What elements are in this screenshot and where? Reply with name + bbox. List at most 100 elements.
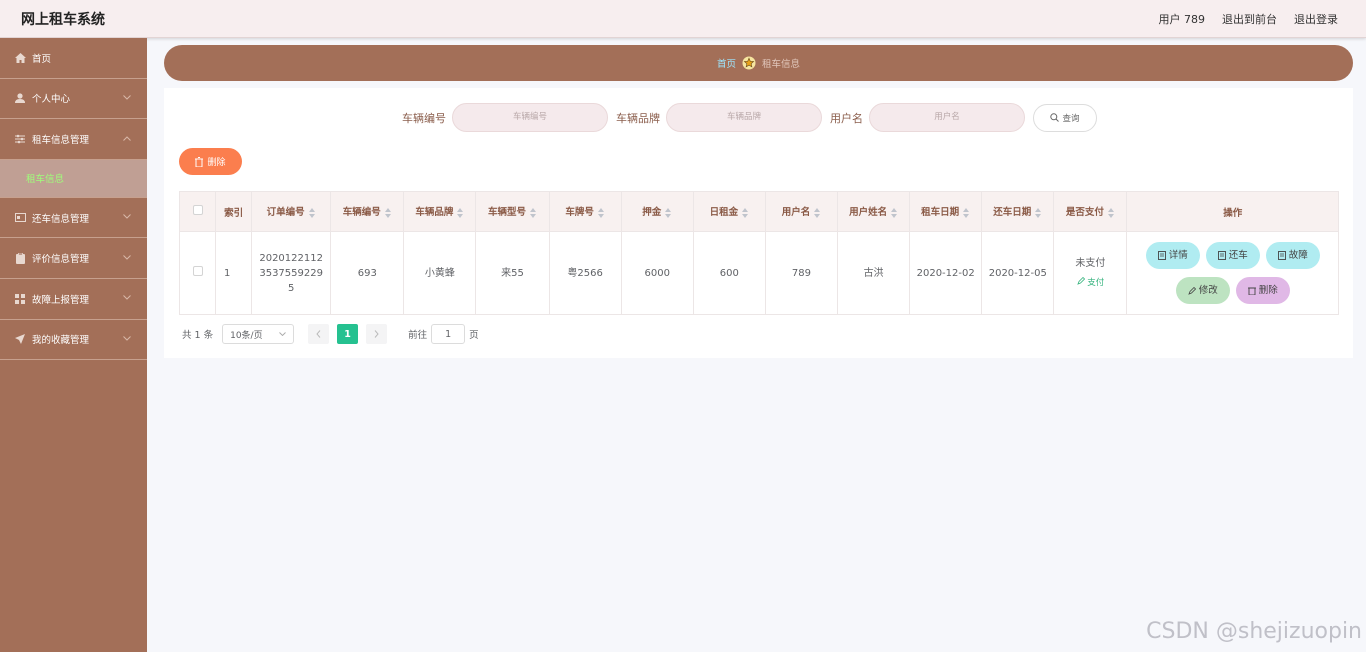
select-all-checkbox[interactable] [192,205,203,215]
return-date-cell: 2020-12-05 [981,231,1055,315]
fault-button[interactable]: 故障 [1265,242,1320,269]
sidebar-item-label: 评价信息管理 [32,254,90,266]
goto-page-input[interactable]: 1 [431,324,466,344]
order-no-line: 2020122112 [259,252,323,264]
pay-link[interactable]: 支付 [1054,276,1126,291]
query-button[interactable]: 查询 [1033,103,1097,132]
column-header[interactable]: 用户名 [764,191,839,232]
column-header[interactable]: 是否支付 [1053,191,1128,232]
trash-icon [195,156,204,167]
vehicle-no-cell: 693 [330,231,405,315]
chevron-down-icon [279,332,286,336]
vehicle-no-input[interactable]: 车辆编号 [452,103,608,132]
order-no-line: 3537559229 [259,267,323,279]
sidebar-item-rental-management[interactable]: 租车信息管理 [0,119,147,160]
page-unit: 页 [469,330,479,341]
column-header[interactable]: 车辆编号 [330,191,405,232]
sort-icon[interactable] [597,207,605,219]
rent-date-cell: 2020-12-02 [909,231,983,315]
chevron-down-icon [121,333,133,345]
sort-icon[interactable] [890,207,898,219]
model-cell: 来55 [475,231,550,315]
column-header[interactable]: 租车日期 [909,191,983,232]
sort-icon[interactable] [664,207,672,219]
chevron-right-icon [374,330,379,338]
username-cell: 789 [764,231,839,315]
chevron-down-icon [121,251,133,263]
column-header[interactable]: 用户姓名 [837,191,911,232]
breadcrumb-current: 租车信息 [762,59,801,70]
column-header[interactable]: 日租金 [692,191,766,232]
paid-status-cell: 未支付 支付 [1053,231,1128,315]
sort-icon[interactable] [962,207,970,219]
paid-status-text: 未支付 [1075,257,1106,269]
sidebar: 首页 个人中心 租车信息管理 租车信息 还车信息管理 评价信息管理 故障上报管理… [0,38,147,652]
sidebar-item-favorites-management[interactable]: 我的收藏管理 [0,320,147,361]
sidebar-item-label: 我的收藏管理 [32,335,90,347]
delete-button[interactable]: 删除 [1235,277,1290,304]
row-actions: 详情 还车 故障 修改 删除 [1127,242,1338,304]
content-panel: 车辆编号 车辆编号 车辆品牌 车辆品牌 用户名 用户名 查询 删除 索引 订单编… [164,88,1353,358]
document-icon [1277,251,1286,260]
sidebar-item-label: 租车信息管理 [32,134,90,146]
batch-delete-button[interactable]: 删除 [179,148,242,175]
sort-icon[interactable] [456,207,464,219]
top-right-links: 用户 789 退出到前台 退出登录 [1159,11,1339,27]
order-no-cell: 2020122112 3537559229 5 [251,231,332,315]
next-page-button[interactable] [366,324,388,344]
home-icon [14,52,26,64]
prev-page-button[interactable] [308,324,330,344]
edit-button[interactable]: 修改 [1175,277,1230,304]
card-icon [14,212,26,224]
current-user: 用户 789 [1158,13,1206,26]
total-count: 共 1 条 [182,330,214,341]
sort-icon[interactable] [813,207,821,219]
row-checkbox[interactable] [192,265,203,276]
sort-icon[interactable] [529,207,537,219]
send-icon [14,333,26,345]
actions-cell: 详情 还车 故障 修改 删除 [1126,231,1339,315]
column-header[interactable]: 车辆型号 [475,191,550,232]
username-input[interactable]: 用户名 [869,103,1025,132]
clipboard-icon [14,252,26,264]
sidebar-subitem-rental-info[interactable]: 租车信息 [0,159,147,198]
sidebar-item-review-management[interactable]: 评价信息管理 [0,238,147,279]
grid-icon [14,293,26,305]
column-header: 索引 [215,191,253,232]
breadcrumb-home[interactable]: 首页 [717,56,736,70]
sidebar-item-label: 个人中心 [32,94,71,106]
sort-icon[interactable] [308,207,316,219]
sidebar-item-personal-center[interactable]: 个人中心 [0,79,147,120]
return-car-button[interactable]: 还车 [1205,242,1260,269]
page-size-select[interactable]: 10条/页 [222,324,295,344]
query-label: 查询 [1062,113,1080,124]
brand-cell: 小黄蜂 [403,231,477,315]
vehicle-no-label: 车辆编号 [402,111,446,125]
deposit-cell: 6000 [620,231,694,315]
sort-icon[interactable] [1107,207,1115,219]
brand-input[interactable]: 车辆品牌 [666,103,822,132]
detail-button[interactable]: 详情 [1145,242,1200,269]
sort-icon[interactable] [741,207,749,219]
page-number-current[interactable]: 1 [337,324,359,344]
chevron-down-icon [121,292,133,304]
sort-icon[interactable] [1034,207,1042,219]
sidebar-item-home[interactable]: 首页 [0,38,147,79]
watermark: CSDN @shejizuopin [1146,619,1362,644]
column-header[interactable]: 车辆品牌 [403,191,477,232]
breadcrumb: 首页 租车信息 [164,45,1353,81]
sliders-icon [14,133,26,145]
search-icon [1050,113,1060,122]
user-icon [14,92,26,104]
sidebar-item-fault-management[interactable]: 故障上报管理 [0,279,147,320]
column-header[interactable]: 还车日期 [981,191,1055,232]
column-header[interactable]: 车牌号 [548,191,622,232]
back-to-front-link[interactable]: 退出到前台 [1222,11,1277,27]
select-all-cell [178,191,217,232]
sidebar-item-return-management[interactable]: 还车信息管理 [0,198,147,239]
chevron-down-icon [121,92,133,104]
column-header[interactable]: 押金 [620,191,694,232]
column-header[interactable]: 订单编号 [251,191,332,232]
logout-link[interactable]: 退出登录 [1294,11,1338,27]
sort-icon[interactable] [384,207,392,219]
